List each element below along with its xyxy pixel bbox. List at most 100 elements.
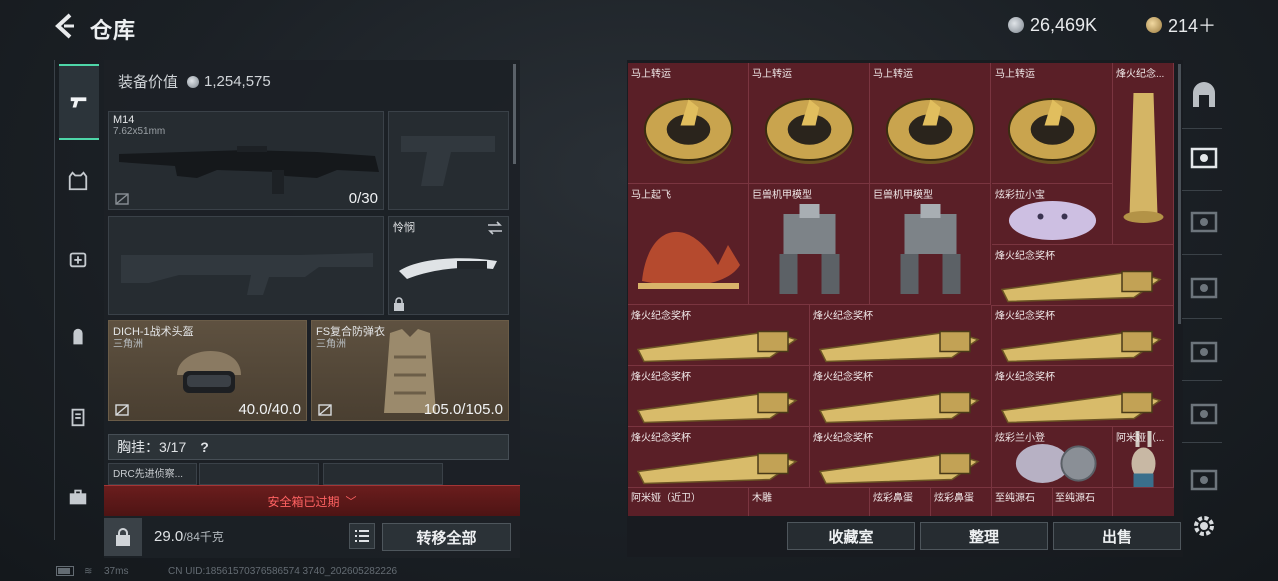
stash-item[interactable]: 烽火纪念奖杯 bbox=[628, 427, 810, 488]
nav-toolbox[interactable] bbox=[59, 478, 97, 516]
stash-item-name: 马上转运 bbox=[873, 69, 913, 80]
nav-armor[interactable] bbox=[59, 162, 97, 200]
crate-icon bbox=[1190, 469, 1218, 491]
stash-item[interactable]: 马上转运 bbox=[992, 63, 1113, 184]
nav-backpack[interactable] bbox=[59, 318, 97, 356]
vest-icon bbox=[68, 171, 88, 191]
stash-item-name: 炫彩兰小登 bbox=[995, 433, 1045, 444]
m14-rifle-icon bbox=[119, 146, 379, 194]
stash-item-name: 烽火纪念奖杯 bbox=[813, 372, 873, 383]
left-category-nav bbox=[54, 60, 100, 540]
backpack-icon bbox=[73, 328, 83, 345]
armor-origin: 三角洲 bbox=[316, 339, 346, 350]
chest-rig-count: 3/17 bbox=[159, 439, 187, 455]
organize-button[interactable]: 整理 bbox=[920, 522, 1048, 550]
silver-coin-icon bbox=[1008, 17, 1024, 33]
stash-item[interactable]: 巨兽机甲模型 bbox=[749, 184, 870, 305]
nav-medical[interactable] bbox=[59, 240, 97, 278]
stash-item-image bbox=[643, 98, 734, 164]
stash-item[interactable]: 烽火纪念... bbox=[1113, 63, 1174, 245]
stash-scrollbar[interactable] bbox=[1178, 64, 1181, 324]
stash-grid: 马上转运 马上转运 马上转运 马上转运 烽火纪念... 马上起飞 巨兽机甲模型 … bbox=[628, 63, 1174, 516]
stash-item-image bbox=[779, 204, 840, 294]
stash-tab-2[interactable] bbox=[1186, 140, 1222, 176]
helmet-origin: 三角洲 bbox=[113, 339, 143, 350]
stash-item[interactable]: 烽火纪念奖杯 bbox=[992, 245, 1174, 306]
wifi-icon: ≋ bbox=[84, 566, 93, 577]
stash-item[interactable]: 马上起飞 bbox=[628, 184, 749, 305]
stash-item-name: 马上转运 bbox=[631, 69, 671, 80]
stash-item[interactable]: 阿米娅（近卫） bbox=[628, 487, 749, 516]
equipment-value-amount: 1,254,575 bbox=[204, 73, 271, 90]
chest-rig-empty-slot[interactable] bbox=[199, 463, 319, 485]
stash-item[interactable]: 烽火纪念奖杯 bbox=[628, 305, 810, 366]
currency-display-2[interactable]: 214＋ bbox=[1146, 12, 1216, 38]
stash-item[interactable]: 炫彩鼻蛋 bbox=[870, 487, 931, 516]
gold-coin-icon bbox=[1146, 17, 1162, 33]
back-button[interactable] bbox=[52, 12, 78, 40]
silver-coin-icon bbox=[187, 75, 200, 88]
stash-item[interactable]: 炫彩拉小宝 bbox=[992, 184, 1113, 245]
helmet-durability: 40.0/40.0 bbox=[238, 401, 301, 418]
pistol-silhouette-icon bbox=[401, 136, 495, 186]
loadout-scrollbar[interactable] bbox=[513, 64, 516, 164]
stash-item[interactable]: 阿米娅（... bbox=[1113, 427, 1174, 488]
stash-item[interactable]: 马上转运 bbox=[628, 63, 749, 184]
swap-icon[interactable] bbox=[487, 221, 503, 235]
stash-item[interactable]: 烽火纪念奖杯 bbox=[810, 305, 992, 366]
currency-display-1: 26,469K bbox=[1008, 12, 1097, 38]
secondary-weapon-slot[interactable] bbox=[388, 111, 509, 210]
stash-item[interactable]: 烽火纪念奖杯 bbox=[810, 366, 992, 427]
stash-item[interactable]: 烽火纪念奖杯 bbox=[810, 427, 992, 488]
stash-item[interactable]: 烽火纪念奖杯 bbox=[992, 366, 1174, 427]
stash-item-name: 烽火纪念奖杯 bbox=[995, 311, 1055, 322]
sell-button[interactable]: 出售 bbox=[1053, 522, 1181, 550]
chest-rig-row[interactable]: 胸挂： 3/17 ? bbox=[108, 434, 509, 460]
stash-tab-7[interactable] bbox=[1186, 462, 1222, 498]
transfer-all-button[interactable]: 转移全部 bbox=[382, 523, 511, 551]
storage-arch-icon bbox=[1193, 82, 1215, 107]
safe-box-expired-bar[interactable]: 安全箱已过期 ﹀ bbox=[104, 485, 520, 516]
crate-icon bbox=[1190, 147, 1218, 169]
stash-tab-3[interactable] bbox=[1186, 204, 1222, 240]
primary-weapon-slot[interactable]: M14 7.62x51mm 0/30 bbox=[108, 111, 384, 210]
nav-weapons[interactable] bbox=[59, 64, 99, 140]
list-view-button[interactable] bbox=[349, 523, 375, 549]
nav-consumables[interactable] bbox=[59, 398, 97, 436]
equipment-value-label: 装备价值 bbox=[118, 74, 179, 91]
stash-item[interactable]: 炫彩鼻蛋 bbox=[931, 487, 992, 516]
stash-item[interactable]: 马上转运 bbox=[749, 63, 870, 184]
stash-item[interactable]: 马上转运 bbox=[870, 63, 991, 184]
chest-rig-empty-slot[interactable] bbox=[323, 463, 443, 485]
stash-item[interactable]: 炫彩兰小登 bbox=[992, 427, 1113, 488]
stash-tab-6[interactable] bbox=[1186, 396, 1222, 432]
weight-lock-button[interactable] bbox=[104, 518, 142, 556]
stash-item[interactable]: 木雕 bbox=[749, 487, 870, 516]
crate-icon bbox=[1190, 211, 1218, 233]
stash-item[interactable]: 巨兽机甲模型 bbox=[870, 184, 991, 305]
lock-icon bbox=[394, 297, 404, 311]
chest-rig-item-slot[interactable]: DRC先进侦察... bbox=[108, 463, 197, 485]
stash-item-image bbox=[885, 98, 976, 164]
collection-room-button[interactable]: 收藏室 bbox=[787, 522, 915, 550]
melee-slot[interactable]: 怜悯 bbox=[388, 216, 509, 315]
stash-item[interactable]: 至纯源石 bbox=[1052, 487, 1113, 516]
stash-tab-5[interactable] bbox=[1186, 334, 1222, 370]
stash-item[interactable]: 烽火纪念奖杯 bbox=[628, 366, 810, 427]
crate-icon bbox=[1190, 403, 1218, 425]
armor-slot[interactable]: FS复合防弹衣 三角洲 105.0/105.0 bbox=[311, 320, 509, 421]
stash-item-name: 巨兽机甲模型 bbox=[873, 190, 933, 201]
tactical-helmet-icon bbox=[177, 350, 241, 393]
stash-tab-1[interactable] bbox=[1186, 78, 1222, 114]
weapon-name: M14 bbox=[113, 114, 135, 126]
helmet-slot[interactable]: DICH-1战术头盔 三角洲 40.0/40.0 bbox=[108, 320, 307, 421]
melee-name: 怜悯 bbox=[393, 222, 415, 234]
page-title: 仓库 bbox=[90, 18, 137, 43]
toolbox-icon bbox=[69, 489, 87, 505]
stash-item[interactable]: 烽火纪念奖杯 bbox=[992, 305, 1174, 366]
stash-item[interactable]: 至纯源石 bbox=[992, 487, 1053, 516]
stash-tab-4[interactable] bbox=[1186, 270, 1222, 306]
settings-button[interactable] bbox=[1190, 512, 1218, 540]
rifle-slot-empty[interactable] bbox=[108, 216, 384, 315]
help-icon[interactable]: ? bbox=[200, 439, 209, 455]
